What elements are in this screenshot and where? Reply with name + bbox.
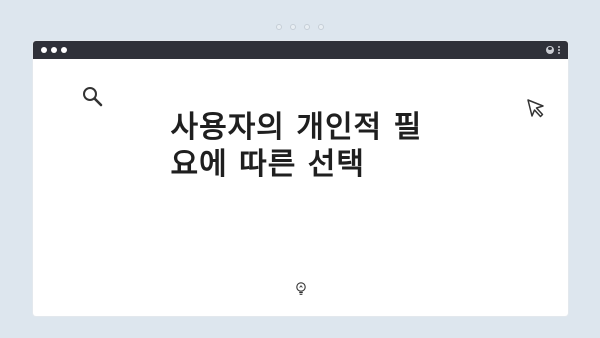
- minimize-dot[interactable]: [51, 47, 57, 53]
- page-content: 사용자의 개인적 필요에 따른 선택: [33, 59, 568, 316]
- lightbulb-icon: [296, 282, 306, 295]
- dot: [276, 24, 282, 30]
- browser-window: 사용자의 개인적 필요에 따른 선택: [33, 41, 568, 316]
- page-title: 사용자의 개인적 필요에 따른 선택: [170, 110, 423, 182]
- dot: [318, 24, 324, 30]
- close-dot[interactable]: [41, 47, 47, 53]
- window-dots: [0, 24, 600, 30]
- more-options-icon[interactable]: [558, 46, 560, 54]
- window-controls: [41, 47, 67, 53]
- profile-icon[interactable]: [546, 46, 554, 54]
- search-icon: [83, 87, 103, 107]
- dot: [290, 24, 296, 30]
- headline-container: 사용자의 개인적 필요에 따른 선택: [33, 109, 568, 183]
- browser-titlebar: [33, 41, 568, 59]
- maximize-dot[interactable]: [61, 47, 67, 53]
- titlebar-menu: [546, 46, 560, 54]
- dot: [304, 24, 310, 30]
